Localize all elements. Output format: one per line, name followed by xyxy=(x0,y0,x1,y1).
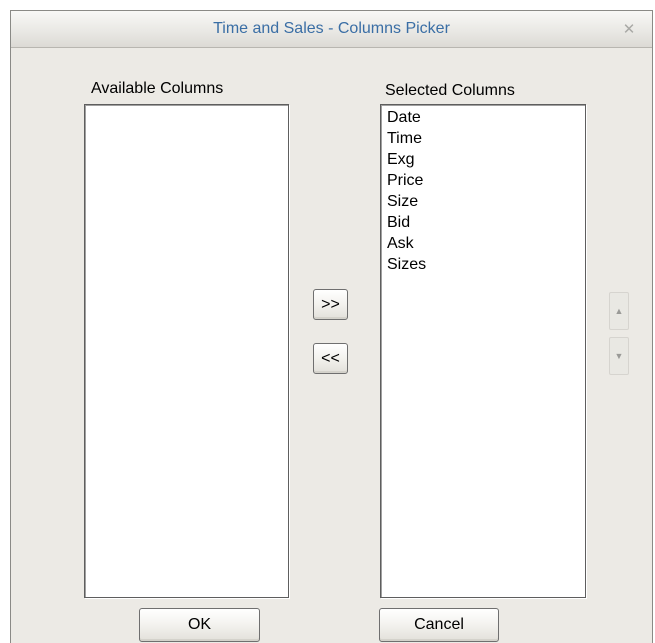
ok-button[interactable]: OK xyxy=(139,608,260,642)
selected-columns-list[interactable]: Date Time Exg Price Size Bid Ask Sizes xyxy=(380,104,586,598)
available-columns-list[interactable] xyxy=(84,104,289,598)
title-bar[interactable]: Time and Sales - Columns Picker ✕ xyxy=(11,11,652,48)
list-item[interactable]: Bid xyxy=(387,212,585,233)
remove-column-button[interactable]: << xyxy=(313,343,348,374)
arrow-down-icon: ▼ xyxy=(614,351,624,361)
add-column-button[interactable]: >> xyxy=(313,289,348,320)
available-columns-items xyxy=(85,105,288,107)
list-item[interactable]: Date xyxy=(387,107,585,128)
list-item[interactable]: Ask xyxy=(387,233,585,254)
selected-columns-items: Date Time Exg Price Size Bid Ask Sizes xyxy=(381,105,585,275)
selected-columns-label: Selected Columns xyxy=(385,82,515,99)
move-up-button[interactable]: ▲ xyxy=(609,292,629,330)
list-item[interactable]: Sizes xyxy=(387,254,585,275)
list-item[interactable]: Price xyxy=(387,170,585,191)
list-item[interactable]: Time xyxy=(387,128,585,149)
arrow-up-icon: ▲ xyxy=(614,306,624,316)
available-columns-label: Available Columns xyxy=(91,80,224,97)
list-item[interactable]: Exg xyxy=(387,149,585,170)
window-title: Time and Sales - Columns Picker xyxy=(213,20,450,37)
list-item[interactable]: Size xyxy=(387,191,585,212)
move-down-button[interactable]: ▼ xyxy=(609,337,629,375)
columns-picker-dialog: Time and Sales - Columns Picker ✕ Availa… xyxy=(10,10,653,643)
cancel-button[interactable]: Cancel xyxy=(379,608,499,642)
close-icon[interactable]: ✕ xyxy=(620,20,638,38)
